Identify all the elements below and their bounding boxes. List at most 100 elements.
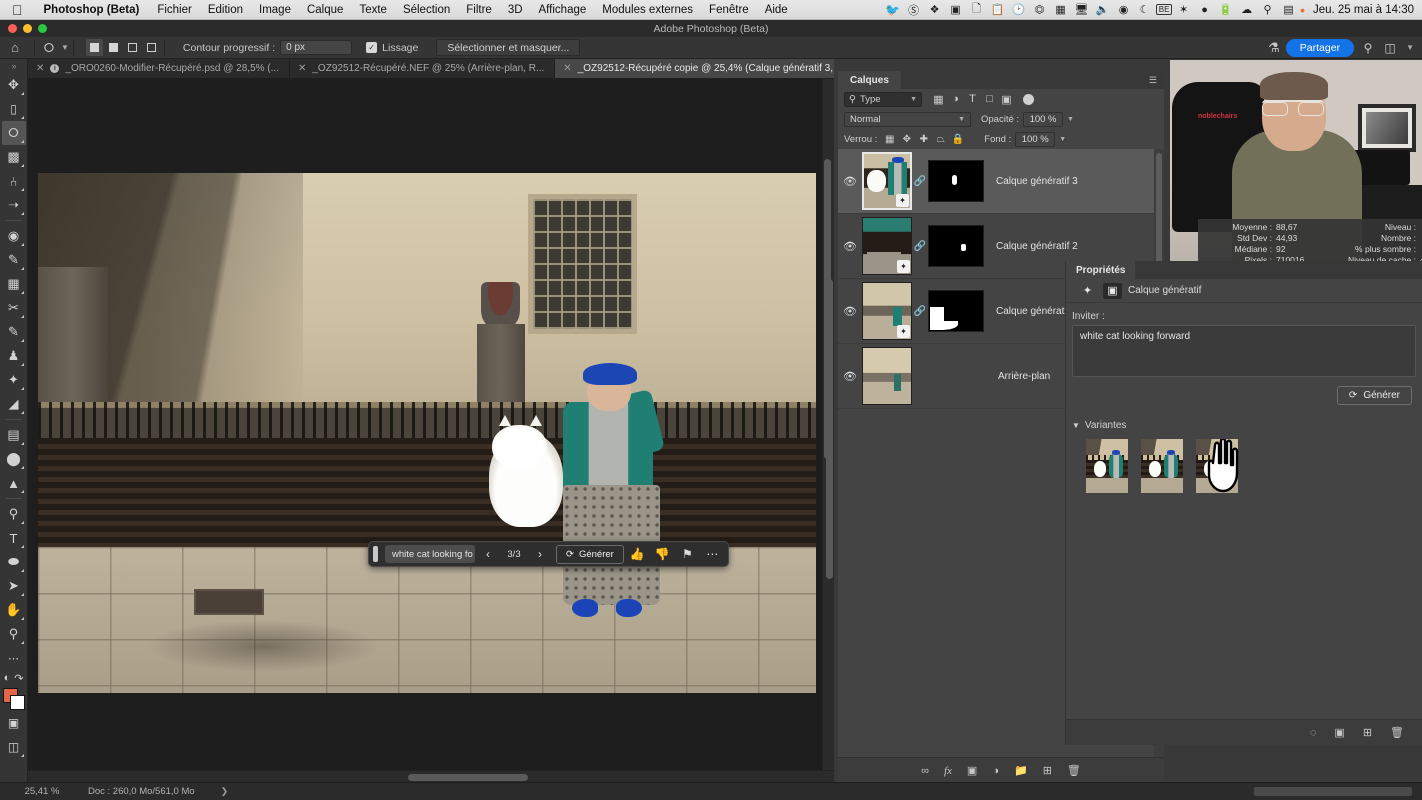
select-and-mask-button[interactable]: Sélectionner et masquer... [436,39,581,56]
menu-item-edition[interactable]: Edition [200,4,251,16]
scrollbar-thumb[interactable] [408,774,528,781]
wifi-icon[interactable]: ☁ [1237,3,1256,16]
variant-thumbnail-3-selected[interactable] [1196,439,1238,493]
blend-mode-select[interactable]: Normal ▼ [844,111,971,127]
lock-all-icon[interactable]: 🔒 [949,134,966,145]
paint-bucket-tool-icon[interactable]: ◢ [2,392,26,416]
ellipsis-icon[interactable]: ⋯ [701,547,724,561]
menu-bar-clock[interactable]: Jeu. 25 mai à 14:30 [1307,4,1414,16]
dodge-tool-icon[interactable]: ▲ [2,471,26,495]
moon-icon[interactable]: ☾ [1135,3,1154,16]
eyedropper-tool-icon[interactable]: ➝ [2,193,26,217]
zoom-tool-icon[interactable]: ⚲ [2,622,26,646]
new-selection-button[interactable] [85,39,103,56]
new-group-icon[interactable]: 📁 [1014,764,1028,777]
battery-icon[interactable]: 🔋 [1216,3,1235,16]
minimize-window-button[interactable] [23,24,32,33]
canvas-horizontal-scrollbar[interactable] [28,770,834,782]
clone-stamp-tool-icon[interactable]: ▦ [2,272,26,296]
close-icon[interactable]: ✕ [298,63,306,74]
chevron-down-icon[interactable]: ▼ [61,43,69,52]
new-layer-icon[interactable]: ⊞ [1043,764,1052,777]
link-mask-icon[interactable]: 🔗 [912,241,928,252]
menu-item-aide[interactable]: Aide [757,4,796,16]
brush-tool-icon[interactable]: ✎ [2,248,26,272]
eraser-tool-icon[interactable]: ✎ [2,320,26,344]
home-icon[interactable]: ⌂ [0,40,30,55]
close-window-button[interactable] [8,24,17,33]
zoom-level[interactable]: 25,41 % [0,786,70,797]
adjustment-layer-icon[interactable]: ◑ [992,765,999,777]
ctb-prompt-field[interactable]: white cat looking fo [385,545,475,563]
shape-filter-icon[interactable]: □ [981,93,998,105]
crop-tool-icon[interactable]: ⑃ [2,169,26,193]
move-tool-icon[interactable]: ✥ [2,73,26,97]
panel-menu-icon[interactable]: ☰ [1149,76,1157,85]
clock-icon[interactable]: 🕑 [1009,3,1028,16]
bluetooth-icon[interactable]: ✶ [1174,3,1193,16]
record-icon[interactable]: ◉ [1114,3,1133,16]
drag-handle[interactable] [373,546,378,562]
lasso-tool-icon[interactable]: ⭘ [39,40,59,56]
prompt-textarea[interactable]: white cat looking forward [1072,325,1416,377]
type-filter-icon[interactable]: T [964,93,981,105]
type-tool-icon[interactable]: T [2,526,26,550]
history-brush-tool-icon[interactable]: ✂ [2,296,26,320]
link-layers-icon[interactable]: ∞ [921,765,929,777]
reset-icon[interactable]: ◌ [1310,727,1317,739]
variant-thumbnail-1[interactable] [1086,439,1128,493]
lock-artboard-icon[interactable]: ⏢ [932,134,949,145]
thumbs-down-icon[interactable]: 👎 [651,547,674,561]
menu-item-fichier[interactable]: Fichier [149,4,200,16]
chevron-down-icon[interactable]: ▼ [1059,136,1066,143]
blur-tool-icon[interactable]: ⬤ [2,447,26,471]
background-color-swatch[interactable] [9,695,25,710]
edit-toolbar-icon[interactable]: ⋯ [2,646,26,670]
lock-image-icon[interactable]: ✥ [898,134,915,145]
layer-filter-type-select[interactable]: ⚲ Type ▼ [844,91,922,107]
quick-mask-icon[interactable]: ▣ [2,711,26,735]
menu-app-name[interactable]: Photoshop (Beta) [34,4,150,16]
menu-item-texte[interactable]: Texte [351,4,395,16]
hand-tool-icon[interactable]: ✋ [2,598,26,622]
layer-thumbnail[interactable]: ✦ [862,152,912,210]
layer-name[interactable]: Arrière-plan [998,371,1050,382]
layer-mask-thumbnail[interactable] [928,160,984,202]
flask-icon[interactable]: ⚗ [1268,40,1280,56]
add-mask-icon[interactable]: ▣ [1334,726,1344,739]
menu-item-image[interactable]: Image [251,4,299,16]
dropbox-icon[interactable]: ❖ [925,3,944,16]
rectangular-marquee-tool-icon[interactable]: ▯ [2,97,26,121]
binoculars-icon[interactable]: ⏣ [1030,3,1049,16]
maximize-window-button[interactable] [38,24,47,33]
thumbs-up-icon[interactable]: 👍 [626,547,649,561]
twitter-icon[interactable]: 🐦 [883,3,902,17]
close-icon[interactable]: ✕ [36,63,44,74]
adjustment-filter-icon[interactable]: ◑ [947,93,964,105]
mask-icon[interactable]: ▣ [1103,282,1122,299]
layer-thumbnail[interactable] [862,347,912,405]
status-expand-icon[interactable]: ❯ [195,786,229,797]
layer-thumbnail[interactable]: ✦ [862,282,912,340]
object-selection-tool-icon[interactable]: ▩ [2,145,26,169]
chevron-down-icon[interactable]: ▼ [1406,43,1414,52]
document-tab-2[interactable]: ✕ _OZ92512-Récupéré.NEF @ 25% (Arrière-p… [289,59,556,78]
layer-visibility-icon[interactable]: 👁 [838,175,862,188]
panel-zone-scrollbar[interactable] [824,159,831,459]
table-row[interactable]: 👁 ✦ 🔗 Calque génératif 3 [838,149,1164,214]
delete-layer-icon[interactable]: 🗑 [1067,764,1081,777]
smart-object-filter-icon[interactable]: ▣ [998,93,1015,106]
color-swatches[interactable] [2,687,26,711]
link-mask-icon[interactable]: 🔗 [912,306,928,317]
document-image[interactable] [38,173,816,693]
variants-header[interactable]: ▼ Variantes [1066,420,1422,431]
search-icon[interactable]: ⚲ [1360,41,1376,55]
lock-transparency-icon[interactable]: ▦ [881,134,898,145]
layer-visibility-icon[interactable]: 👁 [838,240,862,253]
copy-icon[interactable]: 🗋 [967,0,986,19]
ctb-generate-button[interactable]: ⟳ Générer [556,544,624,564]
variant-thumbnail-2[interactable] [1141,439,1183,493]
menu-item-fenetre[interactable]: Fenêtre [701,4,757,16]
tab-proprietes[interactable]: Propriétés [1066,261,1136,279]
add-to-selection-button[interactable] [105,39,122,56]
